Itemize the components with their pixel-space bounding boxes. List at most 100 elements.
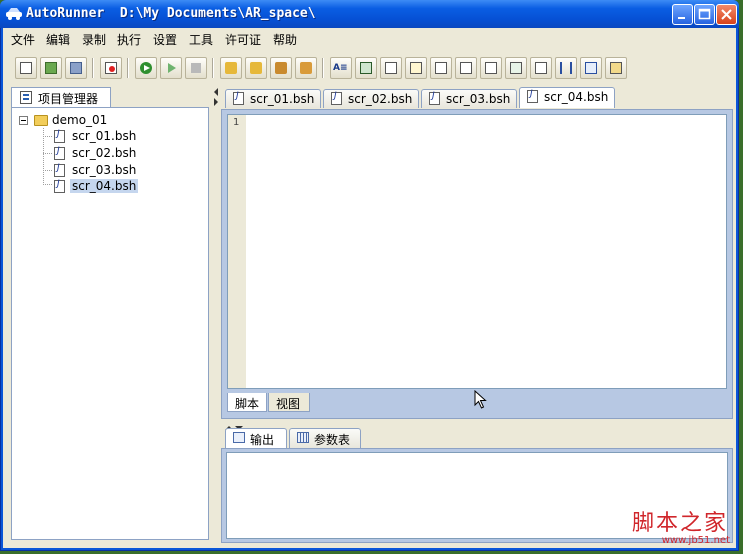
- splitter-arrows-icon: [214, 88, 218, 106]
- insert-button[interactable]: [355, 57, 377, 79]
- minimize-icon: [678, 17, 685, 19]
- tree-project-node[interactable]: demo_01: [34, 113, 134, 129]
- check-3-button[interactable]: [430, 57, 452, 79]
- script-editor[interactable]: 1: [227, 114, 727, 389]
- script-file-icon: [233, 91, 244, 105]
- check-4-button[interactable]: [455, 57, 477, 79]
- check-1-icon: [385, 62, 397, 74]
- redo-icon: [250, 62, 262, 74]
- project-tree: demo_01 scr_01.bsh scr_02.bsh scr_03.bsh…: [11, 107, 209, 540]
- check-6-icon: [510, 62, 522, 74]
- check-6-button[interactable]: [505, 57, 527, 79]
- menu-tools[interactable]: 工具: [189, 31, 213, 48]
- step-run-button[interactable]: [160, 57, 182, 79]
- check-7-button[interactable]: [530, 57, 552, 79]
- step-run-icon: [165, 62, 177, 74]
- run-button[interactable]: [135, 57, 157, 79]
- redo-button[interactable]: [245, 57, 267, 79]
- menu-bar: 文件 编辑 录制 执行 设置 工具 许可证 帮助: [3, 28, 736, 48]
- tab-label: scr_02.bsh: [348, 92, 413, 106]
- save-button[interactable]: [65, 57, 87, 79]
- project-manager-tab[interactable]: 项目管理器: [11, 87, 111, 107]
- project-name: demo_01: [52, 113, 108, 127]
- toolbar-separator: [322, 58, 324, 78]
- check-4-icon: [460, 62, 472, 74]
- mouse-cursor-icon: [474, 390, 487, 409]
- close-button[interactable]: [716, 4, 737, 25]
- menu-settings[interactable]: 设置: [153, 31, 177, 48]
- toolbar: A≡: [3, 50, 736, 86]
- table-icon: [297, 432, 309, 443]
- editor-frame: 1 脚本 视图: [221, 109, 733, 419]
- open-button[interactable]: [40, 57, 62, 79]
- output-button[interactable]: [580, 57, 602, 79]
- record-icon: [105, 62, 117, 74]
- tab-label: 视图: [276, 397, 301, 411]
- settings-icon: [610, 62, 622, 74]
- check-7-icon: [535, 62, 547, 74]
- minimize-button[interactable]: [672, 4, 693, 25]
- open-icon: [45, 62, 57, 74]
- tree-file-item[interactable]: scr_02.bsh: [54, 146, 144, 162]
- parameter-icon: [560, 62, 572, 74]
- check-1-button[interactable]: [380, 57, 402, 79]
- app-logo-icon: [6, 8, 22, 20]
- insert-icon: [360, 62, 372, 74]
- run-icon: [140, 62, 152, 74]
- text-check-button[interactable]: A≡: [330, 57, 352, 79]
- file-name: scr_04.bsh: [70, 179, 139, 193]
- menu-file[interactable]: 文件: [11, 31, 35, 48]
- tab-scr-02[interactable]: scr_02.bsh: [323, 89, 419, 108]
- vertical-splitter[interactable]: [213, 87, 219, 542]
- menu-edit[interactable]: 编辑: [46, 31, 70, 48]
- check-5-icon: [485, 62, 497, 74]
- project-manager-icon: [20, 91, 32, 104]
- tree-file-item[interactable]: scr_01.bsh: [54, 129, 144, 145]
- menu-license[interactable]: 许可证: [225, 31, 261, 48]
- undo-icon: [225, 62, 237, 74]
- parameter-button[interactable]: [555, 57, 577, 79]
- tab-output[interactable]: 输出: [225, 428, 287, 448]
- window-title: AutoRunner D:\My Documents\AR_space\: [26, 6, 316, 21]
- check-5-button[interactable]: [480, 57, 502, 79]
- toolbar-separator: [212, 58, 214, 78]
- maximize-button[interactable]: [694, 4, 715, 25]
- tab-label: 脚本: [235, 397, 260, 411]
- tab-script-view[interactable]: 脚本: [227, 393, 267, 412]
- tool-2-icon: [300, 62, 312, 74]
- tree-file-item[interactable]: scr_03.bsh: [54, 163, 144, 179]
- tab-visual-view[interactable]: 视图: [268, 393, 310, 412]
- check-2-button[interactable]: [405, 57, 427, 79]
- script-file-icon: [54, 163, 65, 177]
- tab-scr-04[interactable]: scr_04.bsh: [519, 87, 615, 108]
- line-number: 1: [233, 117, 240, 128]
- new-script-button[interactable]: [15, 57, 37, 79]
- file-name: scr_01.bsh: [72, 129, 137, 143]
- menu-record[interactable]: 录制: [82, 31, 106, 48]
- script-file-icon: [54, 129, 65, 143]
- script-file-icon: [429, 91, 440, 105]
- tab-scr-03[interactable]: scr_03.bsh: [421, 89, 517, 108]
- tab-parameter-table[interactable]: 参数表: [289, 428, 361, 448]
- menu-help[interactable]: 帮助: [273, 31, 297, 48]
- tab-scr-01[interactable]: scr_01.bsh: [225, 89, 321, 108]
- tab-label: scr_01.bsh: [250, 92, 315, 106]
- output-tab-strip: 输出 参数表: [221, 426, 733, 448]
- watermark-text: 脚本之家: [631, 511, 728, 536]
- stop-button[interactable]: [185, 57, 207, 79]
- menu-run[interactable]: 执行: [117, 31, 141, 48]
- close-icon: [721, 9, 732, 20]
- tree-file-item-selected[interactable]: scr_04.bsh: [54, 179, 144, 195]
- tool-2-button[interactable]: [295, 57, 317, 79]
- stop-icon: [191, 63, 201, 73]
- title-bar[interactable]: AutoRunner D:\My Documents\AR_space\: [0, 0, 739, 28]
- watermark-url: www.jb51.net: [661, 535, 730, 546]
- new-script-icon: [20, 62, 32, 74]
- undo-button[interactable]: [220, 57, 242, 79]
- toolbar-separator: [92, 58, 94, 78]
- settings-button[interactable]: [605, 57, 627, 79]
- tab-label: scr_04.bsh: [544, 90, 609, 104]
- tool-1-button[interactable]: [270, 57, 292, 79]
- output-icon: [585, 62, 597, 74]
- record-button[interactable]: [100, 57, 122, 79]
